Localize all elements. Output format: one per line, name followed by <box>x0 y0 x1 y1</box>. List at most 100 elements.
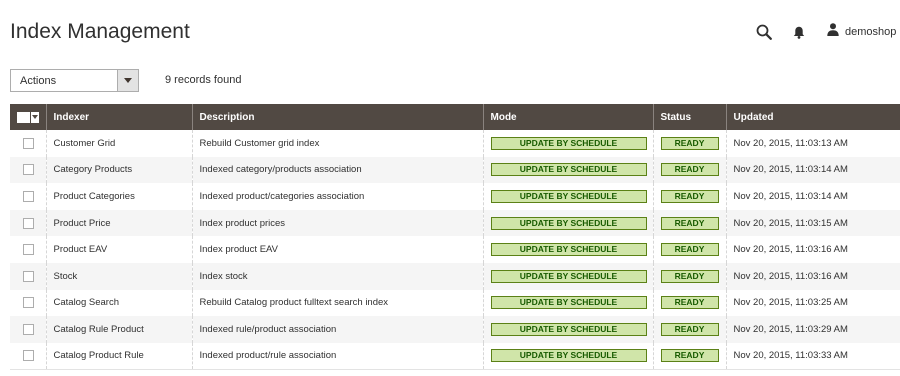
indexer-cell: Category Products <box>45 156 192 184</box>
mass-select-header[interactable] <box>10 104 46 130</box>
chevron-down-icon <box>32 115 38 119</box>
mass-select-checkbox[interactable] <box>17 111 30 123</box>
row-checkbox[interactable] <box>23 164 34 176</box>
table-row[interactable]: Product Categories Indexed product/catego… <box>10 183 900 210</box>
column-header-status[interactable]: Status <box>652 104 726 130</box>
indexer-cell: Product EAV <box>45 236 192 263</box>
description-cell: Rebuild Catalog product fulltext search … <box>191 289 483 317</box>
row-checkbox[interactable] <box>23 270 34 282</box>
description-cell: Index product prices <box>191 209 483 237</box>
status-badge: READY <box>660 216 719 230</box>
status-cell: READY <box>652 289 726 317</box>
indexer-cell: Customer Grid <box>45 130 192 157</box>
indexer-cell: Catalog Rule Product <box>45 316 192 343</box>
mode-cell: UPDATE BY SCHEDULE <box>482 156 653 184</box>
description-cell: Index product EAV <box>191 236 483 263</box>
row-checkbox[interactable] <box>23 137 34 149</box>
mode-cell: UPDATE BY SCHEDULE <box>482 209 653 237</box>
table-row[interactable]: Product EAV Index product EAV UPDATE BY SC… <box>10 236 900 263</box>
row-checkbox[interactable] <box>23 217 34 229</box>
indexer-cell: Catalog Product Rule <box>45 342 192 370</box>
description-cell: Index stock <box>191 262 483 290</box>
status-cell: READY <box>652 156 726 184</box>
description-cell: Indexed rule/product association <box>191 316 483 343</box>
mode-badge: UPDATE BY SCHEDULE <box>490 269 647 283</box>
mode-cell: UPDATE BY SCHEDULE <box>482 130 653 157</box>
status-cell: READY <box>652 342 726 370</box>
row-select-cell <box>10 157 46 184</box>
updated-cell: Nov 20, 2015, 11:03:14 AM <box>725 183 900 210</box>
chevron-down-icon <box>124 78 132 83</box>
mode-badge: UPDATE BY SCHEDULE <box>490 349 647 363</box>
mass-select-dropdown[interactable] <box>17 111 40 123</box>
status-badge: READY <box>660 269 719 283</box>
status-badge: READY <box>660 296 719 310</box>
user-name: demoshop <box>845 26 897 38</box>
column-header-mode[interactable]: Mode <box>482 104 653 130</box>
row-checkbox[interactable] <box>23 297 34 309</box>
mode-cell: UPDATE BY SCHEDULE <box>482 183 653 210</box>
column-header-updated[interactable]: Updated <box>725 104 900 130</box>
search-icon[interactable] <box>754 22 774 42</box>
status-badge: READY <box>660 322 719 336</box>
row-select-cell <box>10 210 46 237</box>
updated-cell: Nov 20, 2015, 11:03:16 AM <box>725 262 900 290</box>
table-row[interactable]: Catalog Search Rebuild Catalog product fu… <box>10 289 900 317</box>
mode-cell: UPDATE BY SCHEDULE <box>482 342 653 370</box>
table-row[interactable]: Customer Grid Rebuild Customer grid index… <box>10 130 900 157</box>
mode-badge: UPDATE BY SCHEDULE <box>490 296 647 310</box>
row-select-cell <box>10 236 46 263</box>
indexer-grid: Indexer Description Mode Status Updated … <box>10 104 900 370</box>
actions-dropdown-toggle[interactable] <box>117 70 138 91</box>
actions-label: Actions <box>20 74 57 87</box>
mode-cell: UPDATE BY SCHEDULE <box>482 236 653 263</box>
status-badge: READY <box>660 163 719 177</box>
mode-badge: UPDATE BY SCHEDULE <box>490 322 647 336</box>
row-checkbox[interactable] <box>23 244 34 256</box>
table-row[interactable]: Catalog Rule Product Indexed rule/product… <box>10 316 900 343</box>
row-select-cell <box>10 130 46 157</box>
status-cell: READY <box>652 130 726 157</box>
bell-icon[interactable] <box>791 22 807 42</box>
updated-cell: Nov 20, 2015, 11:03:16 AM <box>725 236 900 263</box>
updated-cell: Nov 20, 2015, 11:03:29 AM <box>725 316 900 343</box>
indexer-cell: Product Price <box>45 209 192 237</box>
table-row[interactable]: Category Products Indexed category/produc… <box>10 156 900 184</box>
mass-select-toggle[interactable] <box>30 111 39 123</box>
row-select-cell <box>10 290 46 317</box>
updated-cell: Nov 20, 2015, 11:03:13 AM <box>725 130 900 157</box>
mode-badge: UPDATE BY SCHEDULE <box>490 136 647 150</box>
status-badge: READY <box>660 136 719 150</box>
mode-badge: UPDATE BY SCHEDULE <box>490 163 647 177</box>
grid-header-row: Indexer Description Mode Status Updated <box>10 104 900 130</box>
row-checkbox[interactable] <box>23 350 34 362</box>
user-icon <box>827 23 839 41</box>
mode-cell: UPDATE BY SCHEDULE <box>482 262 653 290</box>
mode-cell: UPDATE BY SCHEDULE <box>482 289 653 317</box>
table-row[interactable]: Stock Index stock UPDATE BY SCHEDULE READY N… <box>10 262 900 290</box>
user-menu[interactable]: demoshop <box>827 22 900 42</box>
column-header-indexer[interactable]: Indexer <box>45 104 192 130</box>
indexer-cell: Stock <box>45 262 192 290</box>
column-header-description[interactable]: Description <box>191 104 483 130</box>
row-checkbox[interactable] <box>23 323 34 335</box>
page-title: Index Management <box>10 20 190 43</box>
table-row[interactable]: Catalog Product Rule Indexed product/rule… <box>10 342 900 370</box>
table-row[interactable]: Product Price Index product prices UPDATE … <box>10 209 900 237</box>
status-cell: READY <box>652 209 726 237</box>
description-cell: Indexed category/products association <box>191 156 483 184</box>
description-cell: Rebuild Customer grid index <box>191 130 483 157</box>
records-count: 9 records found <box>165 74 242 86</box>
mode-cell: UPDATE BY SCHEDULE <box>482 316 653 343</box>
updated-cell: Nov 20, 2015, 11:03:33 AM <box>725 342 900 370</box>
row-select-cell <box>10 263 46 290</box>
status-cell: READY <box>652 183 726 210</box>
status-cell: READY <box>652 316 726 343</box>
row-checkbox[interactable] <box>23 190 34 202</box>
row-select-cell <box>10 342 46 370</box>
actions-dropdown[interactable]: Actions <box>10 69 139 92</box>
description-cell: Indexed product/categories association <box>191 183 483 210</box>
indexer-cell: Product Categories <box>45 183 192 210</box>
status-badge: READY <box>660 243 719 257</box>
status-badge: READY <box>660 189 719 203</box>
